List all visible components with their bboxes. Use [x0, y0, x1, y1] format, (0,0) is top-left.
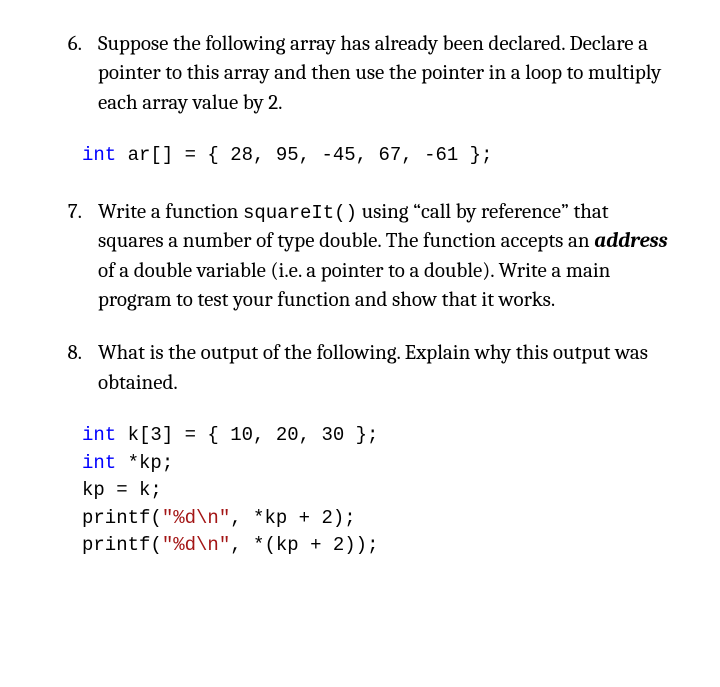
text: of a double variable (i.e. a pointer to … [98, 259, 610, 312]
question-number: 8. [50, 339, 98, 398]
keyword: int [82, 452, 116, 474]
code-text: printf( [82, 507, 162, 529]
code-text: , *(kp + 2)); [230, 534, 378, 556]
code-text: kp = k; [82, 479, 162, 501]
keyword: int [82, 424, 116, 446]
question-number: 7. [50, 198, 98, 316]
question-body: What is the output of the following. Exp… [98, 339, 670, 398]
code-text: printf( [82, 534, 162, 556]
keyword: int [82, 144, 116, 166]
emphasized-word: address [594, 229, 667, 253]
question-7: 7. Write a function squareIt() using “ca… [50, 198, 670, 316]
question-6: 6. Suppose the following array has alrea… [50, 30, 670, 118]
inline-code: squareIt() [243, 202, 357, 224]
code-text: ar[] = { 28, 95, -45, 67, -61 }; [116, 144, 492, 166]
code-block-6: int ar[] = { 28, 95, -45, 67, -61 }; [82, 142, 670, 170]
code-block-8: int k[3] = { 10, 20, 30 }; int *kp; kp =… [82, 422, 670, 560]
code-text: , *kp + 2); [230, 507, 355, 529]
question-number: 6. [50, 30, 98, 118]
code-text: k[3] = { 10, 20, 30 }; [116, 424, 378, 446]
text: Write a function [98, 200, 243, 224]
question-body: Write a function squareIt() using “call … [98, 198, 670, 316]
code-text: *kp; [116, 452, 173, 474]
string-literal: "%d\n" [162, 507, 230, 529]
question-8: 8. What is the output of the following. … [50, 339, 670, 398]
string-literal: "%d\n" [162, 534, 230, 556]
question-body: Suppose the following array has already … [98, 30, 670, 118]
